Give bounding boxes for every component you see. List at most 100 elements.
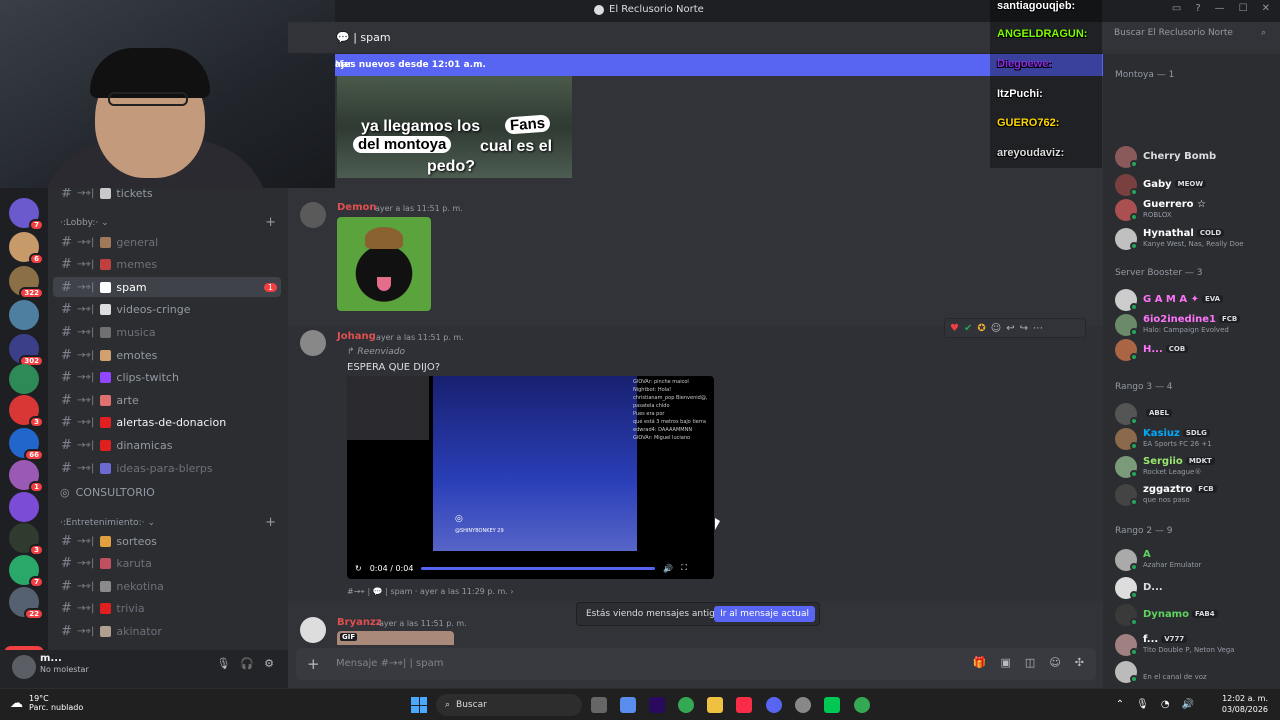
server-icon[interactable] — [9, 300, 39, 330]
sticker-icon[interactable]: ◫ — [1025, 656, 1035, 669]
channel-item[interactable]: # →⌖| alertas-de-donacion — [53, 413, 281, 433]
add-reaction-icon[interactable]: ☺ — [991, 323, 1001, 334]
help-icon[interactable]: ? — [1195, 3, 1200, 14]
chrome-icon[interactable] — [678, 697, 694, 713]
new-messages-bar[interactable]: ajes nuevos desde 12:01 a.m. Mar — [335, 54, 1103, 76]
message-author[interactable]: Bryanzz — [337, 617, 382, 628]
reply-icon[interactable]: ↩ — [1006, 323, 1014, 334]
channel-item[interactable]: # →⌖| clips-twitch — [53, 368, 281, 388]
apps-icon[interactable]: ✣ — [1075, 656, 1084, 669]
network-icon[interactable]: ◔ — [1161, 699, 1170, 710]
volume-icon[interactable]: 🔊 — [663, 564, 673, 573]
channel-item[interactable]: # →⌖| videos-cringe — [53, 300, 281, 320]
channel-item[interactable]: # →⌖| dinamicas — [53, 435, 281, 455]
avatar[interactable] — [300, 202, 326, 228]
channel-item[interactable]: # →⌖| general — [53, 232, 281, 252]
category-lobby[interactable]: ·:Lobby:· ⌄ — [60, 218, 109, 228]
discord-icon[interactable] — [766, 697, 782, 713]
volume-icon[interactable]: 🔊 — [1182, 699, 1194, 710]
server-icon[interactable]: 22 — [9, 587, 44, 620]
member-item[interactable]: A Azahar Emulator — [1113, 547, 1278, 573]
add-channel-icon[interactable]: + — [265, 215, 276, 230]
channel-item[interactable]: # →⌖| trivia — [53, 599, 281, 619]
close-button[interactable]: ✕ — [1262, 3, 1270, 14]
more-icon[interactable]: ⋯ — [1033, 323, 1043, 334]
emoji-icon[interactable]: ☺ — [1049, 656, 1060, 669]
check-reaction-icon[interactable]: ✔ — [964, 323, 972, 334]
inbox-icon[interactable]: ▭ — [1172, 3, 1181, 14]
premiere-icon[interactable] — [649, 697, 665, 713]
add-channel-icon[interactable]: + — [265, 515, 276, 530]
channel-item[interactable]: # →⌖| nekotina — [53, 576, 281, 596]
replay-icon[interactable]: ↻ — [355, 564, 362, 573]
channel-item[interactable]: # →⌖| emotes — [53, 345, 281, 365]
message-author[interactable]: Demon — [337, 202, 377, 213]
member-item[interactable]: ABEL — [1113, 401, 1278, 427]
channel-item[interactable]: # →⌖| ideas-para-blerps — [53, 458, 281, 478]
member-item[interactable]: Cherry Bomb — [1113, 144, 1278, 170]
member-item[interactable]: Hynathal COLD Kanye West, Nas, Really Doe — [1113, 226, 1278, 252]
weather-widget[interactable]: ☁ 19°C Parc. nublado — [10, 694, 83, 712]
channel-item[interactable]: # →⌖| sorteos — [53, 531, 281, 551]
message-author[interactable]: Johang — [337, 331, 376, 342]
chrome-canary-icon[interactable] — [854, 697, 870, 713]
fullscreen-icon[interactable]: ⛶ — [681, 563, 687, 573]
server-icon[interactable] — [9, 364, 39, 394]
voice-channel-consultorio[interactable]: ◎ CONSULTORIO — [60, 486, 155, 499]
obs-icon[interactable] — [795, 697, 811, 713]
avatar[interactable] — [12, 655, 36, 679]
member-item[interactable]: Sergiio MDKT Rocket League® — [1113, 454, 1278, 480]
server-icon[interactable]: 7 — [9, 555, 44, 588]
member-item[interactable]: Kasiuz SDLG EA Sports FC 26 +1 — [1113, 426, 1278, 452]
member-item[interactable]: Guerrero ☆ ROBLOX — [1113, 197, 1278, 223]
server-icon[interactable]: 3 — [9, 395, 44, 428]
jump-to-present-button[interactable]: Ir al mensaje actual — [714, 606, 815, 622]
chevron-up-icon[interactable]: ⌃ — [1116, 699, 1124, 710]
gear-icon[interactable]: ⚙ — [264, 657, 274, 670]
kick-icon[interactable] — [824, 697, 840, 713]
server-icon[interactable]: 322 — [9, 266, 44, 299]
server-icon[interactable]: 6 — [9, 232, 44, 265]
member-item[interactable]: H... COB — [1113, 337, 1278, 363]
server-icon[interactable]: 66 — [9, 428, 44, 461]
category-entretenimiento[interactable]: ·:Entretenimiento:· ⌄ — [60, 518, 155, 528]
taskbar-clock[interactable]: 12:02 a. m. 03/08/2026 — [1222, 693, 1268, 715]
member-item[interactable]: G A M A ✦ EVA — [1113, 287, 1278, 313]
minimize-button[interactable]: — — [1215, 3, 1225, 14]
member-item[interactable]: zggaztro FCB que nos paso — [1113, 482, 1278, 508]
message-composer[interactable]: + Mensaje #→⌖| | spam 🎁 ▣ ◫ ☺ ✣ — [296, 648, 1096, 680]
avatar[interactable] — [300, 617, 326, 643]
video-player[interactable]: ◎ @SHINYBONKEY 29 GIOVAr: pinche maicol N… — [347, 376, 714, 579]
forwarded-source[interactable]: #→⌖ | 💬 | spam · ayer a las 11:29 p. m. … — [347, 587, 514, 597]
member-item[interactable]: Gaby MEOW — [1113, 172, 1278, 198]
heart-reaction-icon[interactable]: ♥ — [950, 323, 959, 334]
member-item[interactable]: f... V777 Tito Double P, Neton Vega — [1113, 632, 1278, 658]
server-icon[interactable]: 1 — [9, 460, 44, 493]
medal-reaction-icon[interactable]: ✪ — [977, 323, 985, 334]
channel-item[interactable]: # →⌖| memes — [53, 255, 281, 275]
gift-icon[interactable]: 🎁 — [973, 656, 987, 669]
file-explorer-icon[interactable] — [707, 697, 723, 713]
member-item[interactable]: Dynamo FAB4 — [1113, 602, 1278, 628]
search-input[interactable]: Buscar El Reclusorio Norte ⌕ — [1114, 28, 1274, 48]
avatar[interactable] — [300, 330, 326, 356]
member-item[interactable]: D... — [1113, 575, 1278, 601]
meme-image[interactable]: ya llegamos los Fans del montoya cual es… — [337, 76, 572, 178]
add-attachment-icon[interactable]: + — [307, 655, 320, 673]
maximize-button[interactable]: ☐ — [1239, 3, 1248, 14]
microphone-icon[interactable]: 🎙 — [1136, 699, 1149, 710]
server-icon[interactable]: 302 — [9, 334, 44, 367]
taskbar-search[interactable]: ⌕ Buscar — [436, 694, 582, 716]
start-icon[interactable] — [411, 697, 427, 713]
task-view-icon[interactable] — [591, 697, 607, 713]
headphones-icon[interactable]: 🎧 — [240, 657, 254, 670]
music-icon[interactable] — [736, 697, 752, 713]
copilot-icon[interactable] — [620, 697, 636, 713]
server-icon[interactable]: 7 — [9, 198, 44, 231]
channel-item[interactable]: # →⌖| akinator — [53, 621, 281, 641]
cat-image[interactable] — [337, 217, 431, 311]
video-progress[interactable] — [421, 566, 656, 570]
member-item[interactable]: En el canal de voz — [1113, 659, 1278, 685]
channel-item[interactable]: # →⌖| karuta — [53, 554, 281, 574]
member-item[interactable]: 6io2inedine1 FCB Halo: Campaign Evolved — [1113, 312, 1278, 338]
